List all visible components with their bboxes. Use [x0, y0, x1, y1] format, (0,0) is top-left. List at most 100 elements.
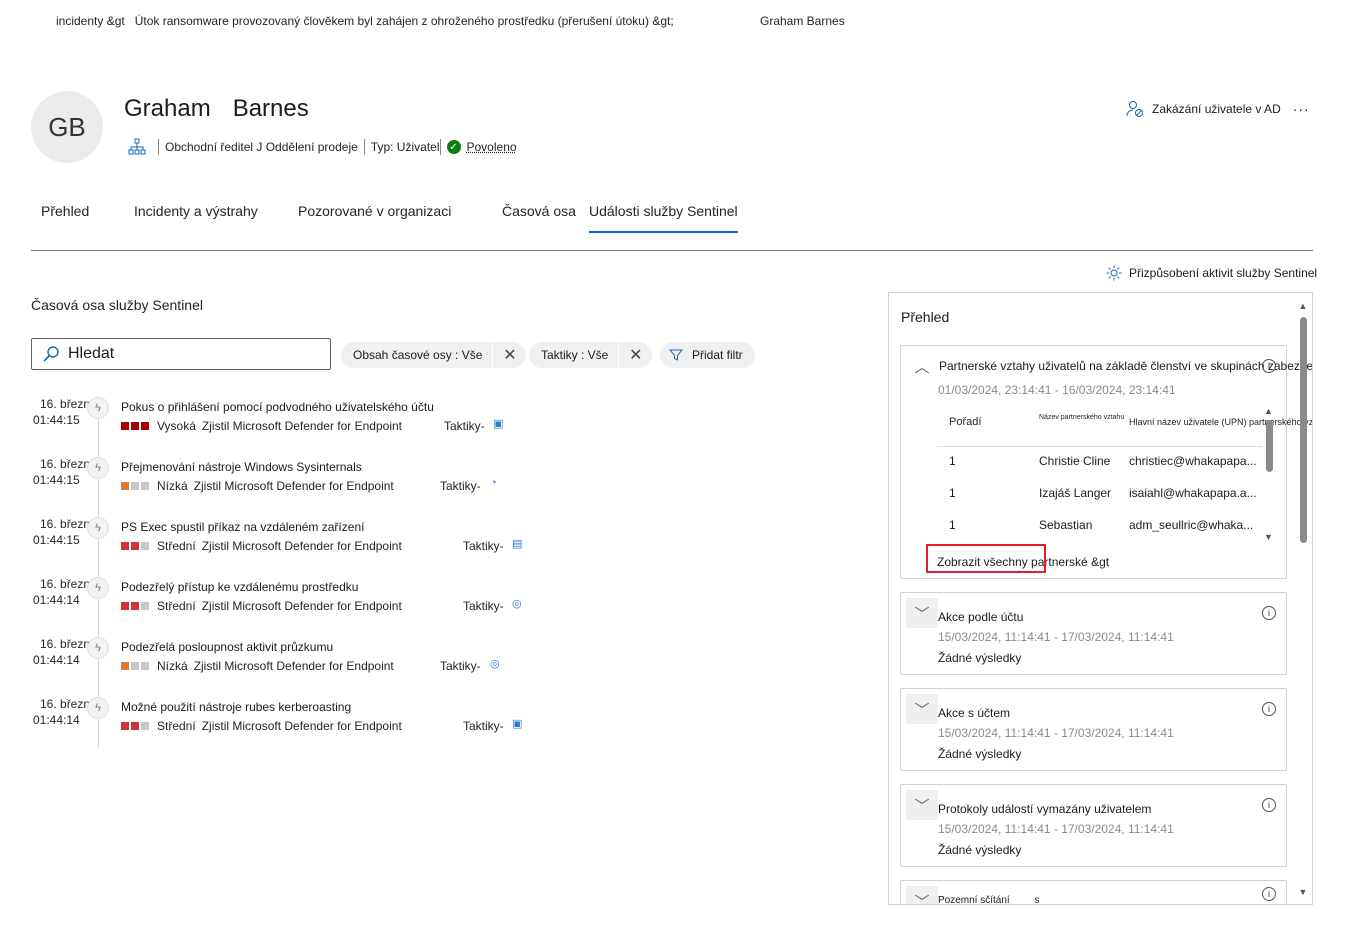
scroll-thumb[interactable] [1266, 420, 1273, 472]
card-title: Pozemní sčítání s [938, 895, 1040, 905]
card-title: Akce podle účtu [938, 610, 1024, 624]
event-title[interactable]: Možné použití nástroje rubes kerberoasti… [121, 700, 351, 714]
tactic-icon: ◎ [490, 658, 500, 670]
table-scrollbar[interactable]: ▲ ▼ [1264, 406, 1274, 542]
event-details: Střední Zjistil Microsoft Defender for En… [121, 599, 402, 613]
event-severity: Střední [157, 539, 196, 553]
scroll-down-icon[interactable]: ▼ [1264, 532, 1273, 542]
info-icon[interactable]: i [1262, 702, 1276, 716]
panel-scrollbar[interactable]: ▲ ▼ [1298, 301, 1308, 897]
severity-indicator [121, 722, 149, 730]
event-title[interactable]: Podezřelý přístup ke vzdálenému prostřed… [121, 580, 358, 594]
event-title[interactable]: Pokus o přihlášení pomocí podvodného uži… [121, 400, 434, 414]
chevron-up-icon[interactable]: ︿ [906, 351, 938, 381]
chevron-down-icon[interactable]: ﹀ [906, 886, 938, 904]
timeline-event[interactable]: 16. března 01:44:15 ϟ Pokus o přihlášení po… [0, 397, 560, 457]
tab-observed-in-org[interactable]: Pozorované v organizaci [298, 203, 451, 229]
highlight-box [926, 544, 1046, 573]
user-meta: Obchodní ředitel J Oddělení prodeje Typ:… [128, 138, 517, 156]
table-row[interactable]: 1 Sebastian adm_seullric@whaka... [937, 518, 1262, 538]
bolt-icon: ϟ [87, 697, 109, 719]
page-title: Graham Barnes [124, 95, 309, 123]
timeline-event[interactable]: 16. března 01:44:14 ϟ Možné použití nástroj… [0, 697, 560, 757]
add-filter-button[interactable]: Přidat filtr [660, 342, 755, 368]
card-empty: Žádné výsledky [938, 651, 1022, 665]
more-icon[interactable]: ··· [1293, 101, 1310, 117]
disable-user-button[interactable]: Zakázání uživatele v AD [1152, 102, 1281, 116]
chevron-down-icon[interactable]: ﹀ [906, 790, 938, 820]
breadcrumb-item-incident[interactable]: Útok ransomware provozovaný člověkem byl… [135, 14, 674, 28]
card-title-text: Pozemní sčítání [938, 895, 1010, 905]
severity-bar [121, 662, 129, 670]
scroll-up-icon[interactable]: ▲ [1298, 301, 1308, 311]
tactic-icon: ▣ [493, 418, 504, 430]
filter-timeline-content[interactable]: Obsah časové osy : Vše ✕ [341, 342, 527, 368]
chevron-down-icon[interactable]: ﹀ [906, 598, 938, 628]
card-actions-by-account: ﹀ Akce podle účtu 15/03/2024, 11:14:41 -… [900, 592, 1287, 675]
event-title[interactable]: Podezřelá posloupnost aktivit průzkumu [121, 640, 333, 654]
severity-bar [131, 482, 139, 490]
tab-overview[interactable]: Přehled [41, 203, 89, 229]
info-icon[interactable]: i [1262, 887, 1276, 901]
column-header: Název partnerského vztahu [1039, 414, 1125, 421]
tab-bar: Přehled Incidenty a výstrahy Pozorované … [31, 203, 1313, 251]
severity-bar [141, 722, 149, 730]
divider [363, 139, 365, 155]
tactic-icon: ◔ [490, 477, 497, 489]
event-tactics: Taktiky- [463, 599, 504, 613]
search-placeholder: Hledat [68, 345, 115, 362]
severity-bar [121, 482, 129, 490]
tab-incidents-alerts[interactable]: Incidenty a výstrahy [134, 203, 258, 229]
severity-bar [141, 482, 149, 490]
close-icon[interactable]: ✕ [618, 342, 652, 368]
info-icon[interactable]: i [1262, 606, 1276, 620]
event-severity: Nízká [157, 479, 188, 493]
card-title: Partnerské vztahy uživatelů na základě č… [939, 359, 1313, 373]
timeline-event[interactable]: 16. března 01:44:14 ϟ Podezřelý přístup ke … [0, 577, 560, 637]
timeline-event[interactable]: 16. března 01:44:15 ϟ PS Exec spustil příka… [0, 517, 560, 577]
table-row[interactable]: 1 Izajáš Langer isaiahl@whakapapa.a... [937, 486, 1262, 506]
tab-sentinel-events[interactable]: Události služby Sentinel [589, 203, 738, 233]
breadcrumb-item-incidents[interactable]: incidenty &gt [56, 14, 125, 28]
severity-indicator [121, 482, 149, 490]
event-title[interactable]: PS Exec spustil příkaz na vzdáleném zaří… [121, 520, 364, 534]
chevron-down-icon[interactable]: ﹀ [906, 694, 938, 724]
severity-bar [141, 422, 149, 430]
org-chart-icon[interactable] [128, 138, 146, 156]
table-row[interactable]: 1 Christie Cline christiec@whakapapa... [937, 454, 1262, 474]
card-range: 15/03/2024, 11:14:41 - 17/03/2024, 11:14… [938, 630, 1174, 644]
status-badge: Povoleno [466, 140, 517, 154]
severity-bar [121, 602, 129, 610]
info-icon[interactable]: i [1262, 359, 1276, 373]
scroll-thumb[interactable] [1300, 317, 1307, 543]
card-title-suffix: s [1034, 895, 1040, 905]
disable-user-action[interactable]: Zakázání uživatele v AD ··· [1126, 100, 1310, 118]
filter-label: Obsah časové osy : Vše [353, 348, 483, 362]
close-icon[interactable]: ✕ [492, 342, 526, 368]
filter-tactics[interactable]: Taktiky : Vše ✕ [529, 342, 653, 368]
filter-icon [668, 347, 684, 363]
card-title: Akce s účtem [938, 706, 1011, 720]
search-input[interactable]: Hledat [31, 338, 331, 370]
scroll-up-icon[interactable]: ▲ [1264, 406, 1273, 416]
severity-indicator [121, 422, 149, 430]
timeline-event[interactable]: 16. března 01:44:14 ϟ Podezřelá posloupnost… [0, 637, 560, 697]
timeline-event[interactable]: 16. března 01:44:15 ϟ Přejmenování nástroje… [0, 457, 560, 517]
info-icon[interactable]: i [1262, 798, 1276, 812]
check-circle-icon: ✓ [446, 140, 461, 154]
tactic-icon: ◎ [512, 598, 522, 610]
scroll-down-icon[interactable]: ▼ [1298, 887, 1308, 897]
severity-bar [121, 542, 129, 550]
event-title[interactable]: Přejmenování nástroje Windows Sysinterna… [121, 460, 362, 474]
event-details: Střední Zjistil Microsoft Defender for En… [121, 719, 402, 733]
severity-bar [141, 602, 149, 610]
card-actions-on-account: ﹀ Akce s účtem 15/03/2024, 11:14:41 - 17… [900, 688, 1287, 771]
bolt-icon: ϟ [87, 517, 109, 539]
event-time: 01:44:15 [33, 413, 80, 427]
severity-indicator [121, 602, 149, 610]
card-title: Protokoly událostí vymazány uživatelem [938, 802, 1152, 816]
last-name: Barnes [232, 95, 309, 122]
customize-label: Přizpůsobení aktivit služby Sentinel [1129, 266, 1318, 280]
customize-sentinel-activities[interactable]: Přizpůsobení aktivit služby Sentinel [1105, 264, 1317, 282]
tab-timeline[interactable]: Časová osa [502, 203, 576, 229]
